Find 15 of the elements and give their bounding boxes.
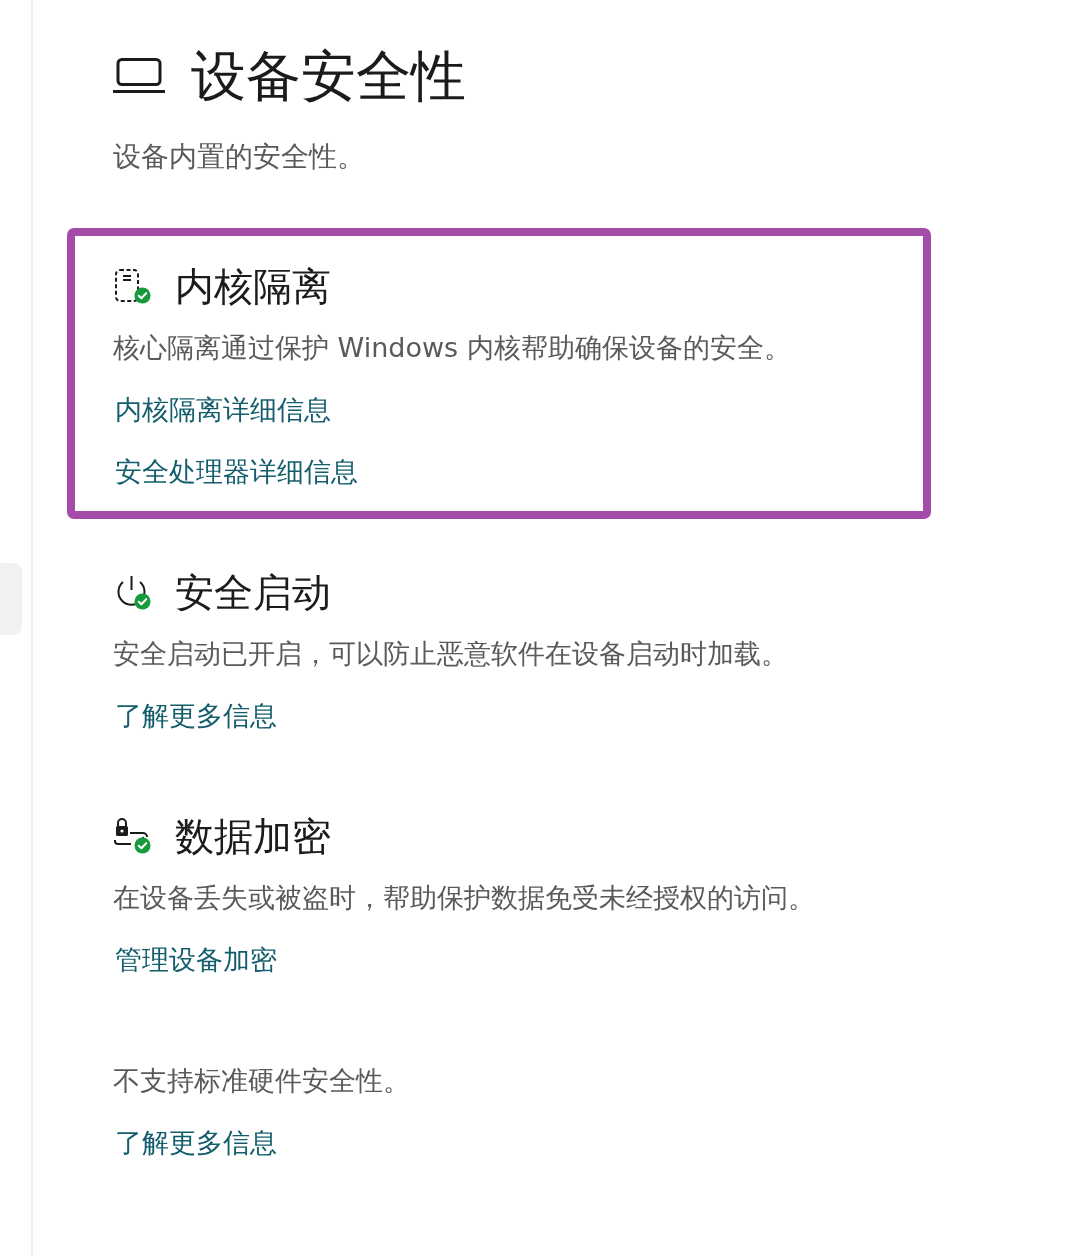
section-link[interactable]: 管理设备加密 (115, 940, 277, 980)
laptop-icon (113, 58, 165, 94)
section-description: 在设备丢失或被盗时，帮助保护数据免受未经授权的访问。 (113, 881, 815, 915)
page-title: 设备安全性 (191, 43, 466, 110)
learn-more-link[interactable]: 了解更多信息 (115, 1123, 277, 1163)
section-link[interactable]: 了解更多信息 (115, 696, 277, 736)
section-link[interactable]: 安全处理器详细信息 (115, 452, 358, 492)
section-description: 核心隔离通过保护 Windows 内核帮助确保设备的安全。 (113, 331, 791, 365)
hardware-note-text: 不支持标准硬件安全性。 (113, 1064, 410, 1098)
section-link[interactable]: 内核隔离详细信息 (115, 390, 331, 430)
page-subtitle: 设备内置的安全性。 (113, 139, 365, 175)
section-title: 数据加密 (175, 813, 331, 861)
section-description: 安全启动已开启，可以防止恶意软件在设备启动时加载。 (113, 637, 788, 671)
section-title: 安全启动 (175, 569, 331, 617)
section-title: 内核隔离 (175, 263, 331, 311)
